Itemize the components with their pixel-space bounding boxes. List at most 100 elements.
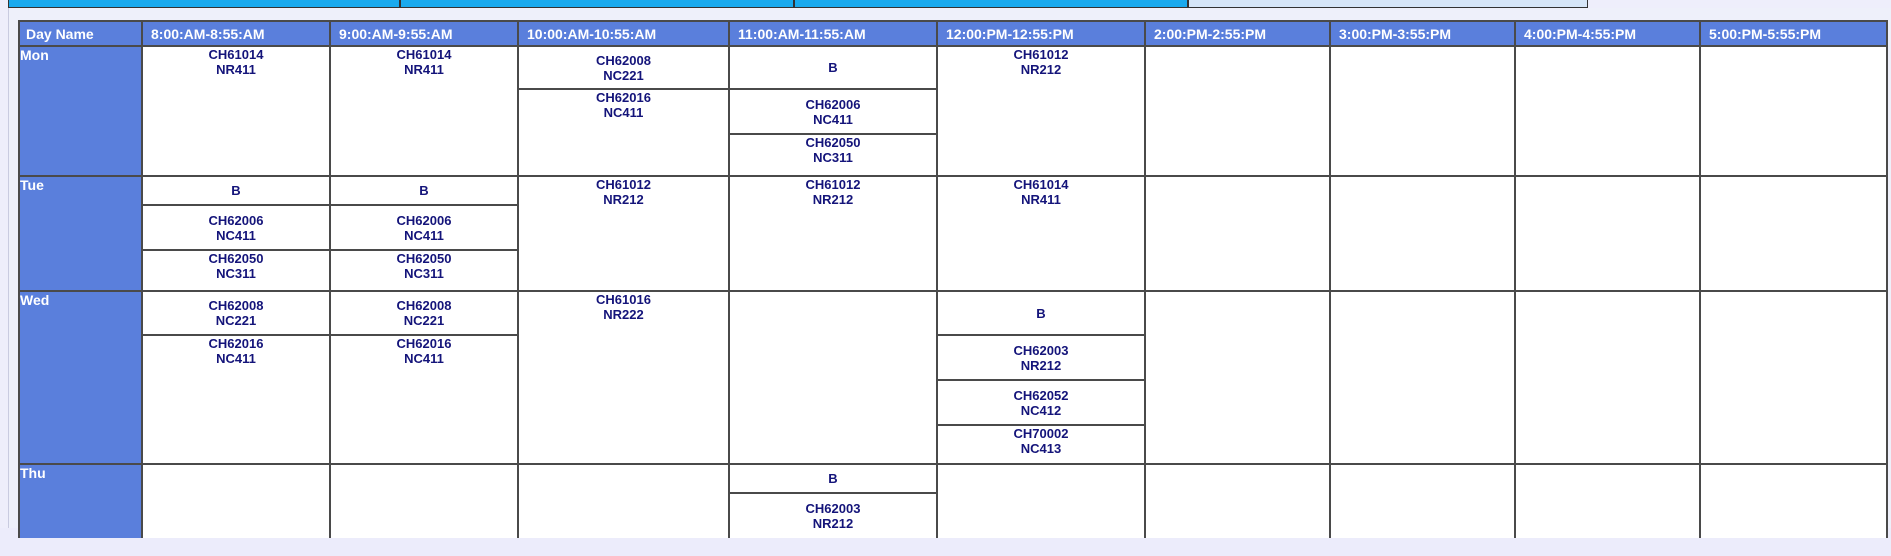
cell-tue-8am[interactable]: B CH62006 NC411 CH62050 NC311	[141, 175, 331, 292]
course-code: CH61012	[596, 177, 651, 192]
break-slot: B	[730, 47, 936, 88]
course-code: CH62008	[596, 52, 651, 68]
course-code: CH62006	[396, 212, 452, 228]
header-slot-3pm: 3:00:PM-3:55:PM	[1329, 20, 1516, 47]
room-code: NR411	[404, 62, 444, 77]
room-code: NC411	[404, 351, 444, 366]
cell-tue-10am[interactable]: CH61012 NR212	[517, 175, 730, 292]
class-slot[interactable]: CH62003 NR212	[938, 334, 1144, 379]
header-row: Day Name 8:00:AM-8:55:AM 9:00:AM-9:55:AM…	[18, 20, 1888, 47]
room-code: NC311	[813, 150, 853, 165]
header-slot-9am: 9:00:AM-9:55:AM	[329, 20, 519, 47]
course-code: CH62052	[1013, 387, 1069, 403]
course-code: CH62003	[1013, 342, 1069, 358]
break-label: B	[231, 183, 241, 198]
course-code: CH62016	[596, 90, 651, 105]
header-slot-11am: 11:00:AM-11:55:AM	[728, 20, 938, 47]
class-slot[interactable]: CH62003 NR212	[730, 492, 936, 537]
course-code: CH62003	[805, 500, 861, 516]
break-slot: B	[938, 292, 1144, 334]
class-slot[interactable]: CH62006 NC411	[331, 204, 517, 249]
cell-tue-12pm[interactable]: CH61014 NR411	[936, 175, 1146, 292]
cell-mon-10am[interactable]: CH62008 NC221 CH62016 NC411	[517, 45, 730, 177]
cell-wed-12pm[interactable]: B CH62003 NR212 CH62052 NC412 CH70002 NC413	[936, 290, 1146, 465]
break-slot: B	[331, 177, 517, 204]
day-label-wed: Wed	[18, 290, 143, 465]
break-label: B	[419, 183, 429, 198]
cell-mon-8am[interactable]: CH61014 NR411	[141, 45, 331, 177]
course-code: CH62006	[805, 96, 861, 112]
header-slot-10am: 10:00:AM-10:55:AM	[517, 20, 730, 47]
class-slot[interactable]: CH62008 NC221	[519, 47, 728, 88]
cell-tue-2pm	[1144, 175, 1331, 292]
day-label-mon: Mon	[18, 45, 143, 177]
room-code: NC411	[813, 111, 853, 127]
break-slot: B	[730, 465, 936, 492]
class-slot[interactable]: CH62008 NC221	[143, 292, 329, 334]
course-code: CH61012	[805, 177, 861, 192]
room-code: NC413	[1020, 441, 1062, 456]
class-slot[interactable]: CH62008 NC221	[331, 292, 517, 334]
room-code: NR212	[1020, 62, 1062, 77]
header-slot-5pm: 5:00:PM-5:55:PM	[1699, 20, 1888, 47]
course-code: CH70002	[1013, 426, 1069, 441]
cell-mon-12pm[interactable]: CH61012 NR212	[936, 45, 1146, 177]
tab-2-year[interactable]: 2 Year	[400, 0, 794, 8]
room-code: NC221	[403, 313, 445, 328]
header-slot-12pm: 12:00:PM-12:55:PM	[936, 20, 1146, 47]
row-wed: Wed CH62008 NC221 CH62016 NC411 CH62008 NC2…	[18, 290, 1888, 465]
room-code: NC411	[404, 227, 444, 243]
class-slot[interactable]: CH62006 NC411	[143, 204, 329, 249]
course-code: CH61016	[596, 292, 651, 307]
cell-tue-5pm	[1699, 175, 1888, 292]
cell-wed-9am[interactable]: CH62008 NC221 CH62016 NC411	[329, 290, 519, 465]
tab-3-year[interactable]: 3 Year	[794, 0, 1188, 8]
class-slot[interactable]: CH62050 NC311	[143, 249, 329, 281]
course-code: CH62050	[208, 251, 264, 266]
tab-1-year[interactable]: 1 Year	[8, 0, 400, 8]
course-code: CH62008	[208, 298, 264, 313]
room-code: NC221	[215, 313, 257, 328]
course-code: CH62006	[208, 212, 264, 228]
break-label: B	[828, 60, 838, 75]
row-tue: Tue B CH62006 NC411 CH62050 NC311 B CH6200…	[18, 175, 1888, 292]
cell-wed-2pm	[1144, 290, 1331, 465]
cell-mon-9am[interactable]: CH61014 NR411	[329, 45, 519, 177]
cell-tue-9am[interactable]: B CH62006 NC411 CH62050 NC311	[329, 175, 519, 292]
year-tabs: 1 Year 2 Year 3 Year 4 Year	[8, 0, 1891, 8]
cell-wed-8am[interactable]: CH62008 NC221 CH62016 NC411	[141, 290, 331, 465]
room-code: NR212	[603, 192, 644, 207]
cell-tue-3pm	[1329, 175, 1516, 292]
cell-mon-5pm	[1699, 45, 1888, 177]
cell-mon-2pm	[1144, 45, 1331, 177]
course-code: CH62016	[208, 336, 264, 351]
class-slot[interactable]: CH62006 NC411	[730, 88, 936, 133]
timetable: Day Name 8:00:AM-8:55:AM 9:00:AM-9:55:AM…	[18, 20, 1888, 555]
header-slot-4pm: 4:00:PM-4:55:PM	[1514, 20, 1701, 47]
room-code: NR411	[1021, 192, 1061, 207]
course-code: CH62008	[396, 298, 452, 313]
room-code: NR411	[216, 62, 256, 77]
cell-mon-11am[interactable]: B CH62006 NC411 CH62050 NC311	[728, 45, 938, 177]
class-slot[interactable]: CH62050 NC311	[730, 133, 936, 165]
room-code: NR212	[812, 192, 854, 207]
cell-tue-4pm	[1514, 175, 1701, 292]
class-slot[interactable]: CH62050 NC311	[331, 249, 517, 281]
tab-4-year[interactable]: 4 Year	[1188, 0, 1588, 8]
cell-wed-10am[interactable]: CH61016 NR222	[517, 290, 730, 465]
course-code: CH61014	[208, 47, 264, 62]
class-slot[interactable]: CH70002 NC413	[938, 424, 1144, 456]
bottom-overlay	[0, 538, 1891, 556]
header-slot-8am: 8:00:AM-8:55:AM	[141, 20, 331, 47]
cell-tue-11am[interactable]: CH61012 NR212	[728, 175, 938, 292]
room-code: NR212	[812, 515, 854, 531]
class-slot[interactable]: CH62016 NC411	[331, 334, 517, 366]
class-slot[interactable]: CH62016 NC411	[143, 334, 329, 366]
room-code: NC412	[1020, 402, 1062, 418]
course-code: CH62016	[396, 336, 452, 351]
cell-wed-5pm	[1699, 290, 1888, 465]
room-code: NC311	[216, 266, 256, 281]
day-label-tue: Tue	[18, 175, 143, 292]
class-slot[interactable]: CH62052 NC412	[938, 379, 1144, 424]
class-slot[interactable]: CH62016 NC411	[519, 88, 728, 120]
